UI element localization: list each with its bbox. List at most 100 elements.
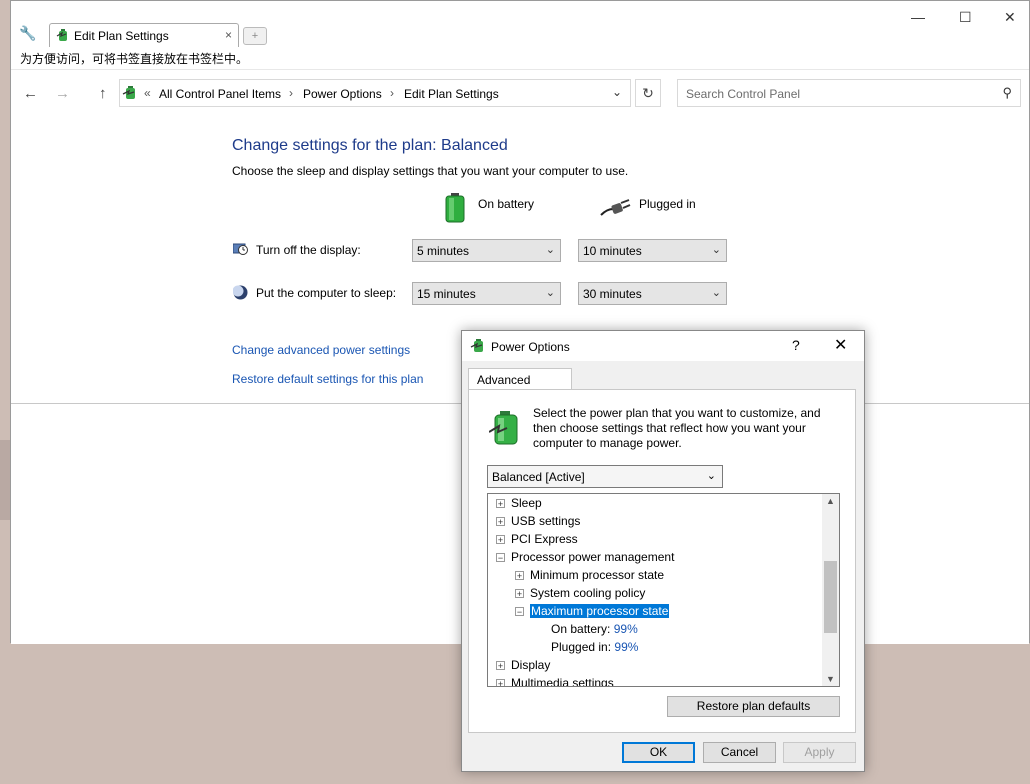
- tree-item-sleep[interactable]: + Sleep: [496, 496, 542, 514]
- scroll-up-icon[interactable]: ▲: [826, 496, 835, 506]
- display-timer-icon: [233, 243, 248, 255]
- new-tab-button[interactable]: +: [243, 27, 267, 45]
- apply-button[interactable]: Apply: [783, 742, 856, 763]
- tree-item-plugged-in[interactable]: Plugged in: 99%: [551, 640, 638, 658]
- chevron-down-icon: ⌄: [706, 470, 716, 482]
- sleep-plugged-select[interactable]: 30 minutes ⌄: [578, 282, 727, 305]
- bookmark-info-bar: 为方便访问，可将书签直接放在书签栏中。: [11, 47, 1029, 70]
- settings-tree[interactable]: + Sleep + USB settings + PCI Express − Proce…: [487, 493, 840, 687]
- tree-item-max-state[interactable]: − Maximum processor state: [515, 604, 670, 622]
- ok-button[interactable]: OK: [622, 742, 695, 763]
- scroll-down-icon[interactable]: ▼: [826, 674, 835, 684]
- expand-icon[interactable]: +: [496, 517, 505, 527]
- tree-label: Plugged in:: [551, 640, 612, 654]
- power-plan-battery-icon: [489, 411, 518, 445]
- expand-icon[interactable]: +: [496, 679, 505, 686]
- tree-item-on-battery[interactable]: On battery: 99%: [551, 622, 638, 640]
- tree-scrollbar[interactable]: ▲ ▼: [822, 494, 839, 686]
- collapse-icon[interactable]: −: [496, 553, 505, 563]
- page-title: Change settings for the plan: Balanced: [232, 137, 508, 154]
- tree-item-usb[interactable]: + USB settings: [496, 514, 580, 532]
- page-subtitle: Choose the sleep and display settings th…: [232, 164, 629, 178]
- tree-label: System cooling policy: [530, 586, 646, 600]
- search-input[interactable]: Search Control Panel ⚲: [677, 79, 1021, 107]
- on-battery-value[interactable]: 99%: [614, 622, 638, 636]
- tree-label-selected: Maximum processor state: [530, 604, 670, 618]
- breadcrumb-separator: ›: [289, 86, 293, 100]
- battery-icon: [445, 193, 465, 223]
- display-off-label: Turn off the display:: [256, 243, 361, 257]
- wrench-icon[interactable]: 🔧: [19, 25, 36, 42]
- tab-advanced-settings[interactable]: Advanced settings: [468, 368, 572, 401]
- forward-button[interactable]: →: [55, 85, 70, 102]
- address-dropdown-icon[interactable]: ⌄: [612, 85, 622, 99]
- breadcrumb-all-control-panel-items[interactable]: All Control Panel Items: [159, 87, 281, 101]
- cancel-button[interactable]: Cancel: [703, 742, 776, 763]
- display-plugged-select[interactable]: 10 minutes ⌄: [578, 239, 727, 262]
- tree-item-display[interactable]: + Display: [496, 658, 550, 676]
- tree-label: Minimum processor state: [530, 568, 665, 582]
- sleep-label: Put the computer to sleep:: [256, 286, 397, 300]
- address-bar[interactable]: « All Control Panel Items › Power Option…: [119, 79, 631, 107]
- dialog-close-button[interactable]: ✕: [834, 335, 847, 355]
- display-plugged-value: 10 minutes: [583, 244, 642, 258]
- power-options-icon: [122, 86, 135, 99]
- expand-icon[interactable]: +: [496, 499, 505, 509]
- tree-item-min-state[interactable]: + Minimum processor state: [515, 568, 664, 586]
- expand-icon[interactable]: +: [515, 589, 524, 599]
- breadcrumb-edit-plan-settings[interactable]: Edit Plan Settings: [404, 87, 499, 101]
- dialog-title: Power Options: [491, 340, 570, 354]
- plugged-in-header: Plugged in: [639, 197, 696, 211]
- power-options-dialog: Power Options ? ✕ Advanced settings Sele…: [461, 330, 865, 772]
- overflow-chevron[interactable]: «: [144, 86, 151, 100]
- bookmark-hint-text: 为方便访问，可将书签直接放在书签栏中。: [20, 52, 249, 66]
- plugged-in-value[interactable]: 99%: [614, 640, 638, 654]
- on-battery-header: On battery: [478, 197, 535, 211]
- power-options-icon: [470, 339, 483, 352]
- expand-icon[interactable]: +: [496, 535, 505, 545]
- dialog-description: Select the power plan that you want to c…: [533, 406, 821, 450]
- maximize-button[interactable]: ☐: [959, 9, 972, 26]
- tab-title: Edit Plan Settings: [74, 29, 169, 43]
- restore-defaults-link[interactable]: Restore default settings for this plan: [232, 372, 423, 386]
- tree-item-multimedia[interactable]: + Multimedia settings: [496, 676, 614, 687]
- dialog-title-bar: Power Options ? ✕: [462, 331, 864, 361]
- up-button[interactable]: ↑: [99, 85, 107, 102]
- restore-plan-defaults-button[interactable]: Restore plan defaults: [667, 696, 840, 717]
- tree-label: Multimedia settings: [511, 676, 614, 687]
- refresh-button[interactable]: ↻: [635, 79, 661, 107]
- sleep-moon-icon: [233, 285, 248, 300]
- back-button[interactable]: ←: [23, 85, 38, 102]
- plan-select[interactable]: Balanced [Active] ⌄: [487, 465, 723, 488]
- tree-item-processor-power[interactable]: − Processor power management: [496, 550, 674, 568]
- navigation-bar: ← → ↑ « All Control Panel Items › Power …: [11, 77, 1029, 111]
- power-options-icon: [56, 29, 67, 41]
- minimize-button[interactable]: —: [911, 9, 925, 25]
- chevron-down-icon: ⌄: [545, 244, 555, 256]
- tree-label: Processor power management: [511, 550, 675, 564]
- tree-label: PCI Express: [511, 532, 578, 546]
- tree-item-cooling[interactable]: + System cooling policy: [515, 586, 645, 604]
- collapse-icon[interactable]: −: [515, 607, 524, 617]
- chevron-down-icon: ⌄: [545, 287, 555, 299]
- browser-tab[interactable]: Edit Plan Settings ×: [49, 23, 239, 47]
- search-icon[interactable]: ⚲: [1002, 85, 1012, 101]
- help-button[interactable]: ?: [792, 337, 800, 353]
- plug-icon: [600, 199, 631, 216]
- search-placeholder: Search Control Panel: [686, 87, 801, 101]
- chevron-down-icon: ⌄: [711, 287, 721, 299]
- breadcrumb-power-options[interactable]: Power Options: [303, 87, 382, 101]
- tab-close-icon[interactable]: ×: [225, 28, 232, 42]
- tree-label: Display: [511, 658, 551, 672]
- scroll-thumb[interactable]: [824, 561, 837, 633]
- close-window-button[interactable]: ✕: [1004, 9, 1016, 26]
- tree-item-pci[interactable]: + PCI Express: [496, 532, 578, 550]
- sleep-battery-select[interactable]: 15 minutes ⌄: [412, 282, 561, 305]
- tree-label: On battery:: [551, 622, 611, 636]
- advanced-settings-link[interactable]: Change advanced power settings: [232, 343, 410, 357]
- display-battery-select[interactable]: 5 minutes ⌄: [412, 239, 561, 262]
- sleep-battery-value: 15 minutes: [417, 287, 476, 301]
- expand-icon[interactable]: +: [515, 571, 524, 581]
- tree-label: USB settings: [511, 514, 581, 528]
- expand-icon[interactable]: +: [496, 661, 505, 671]
